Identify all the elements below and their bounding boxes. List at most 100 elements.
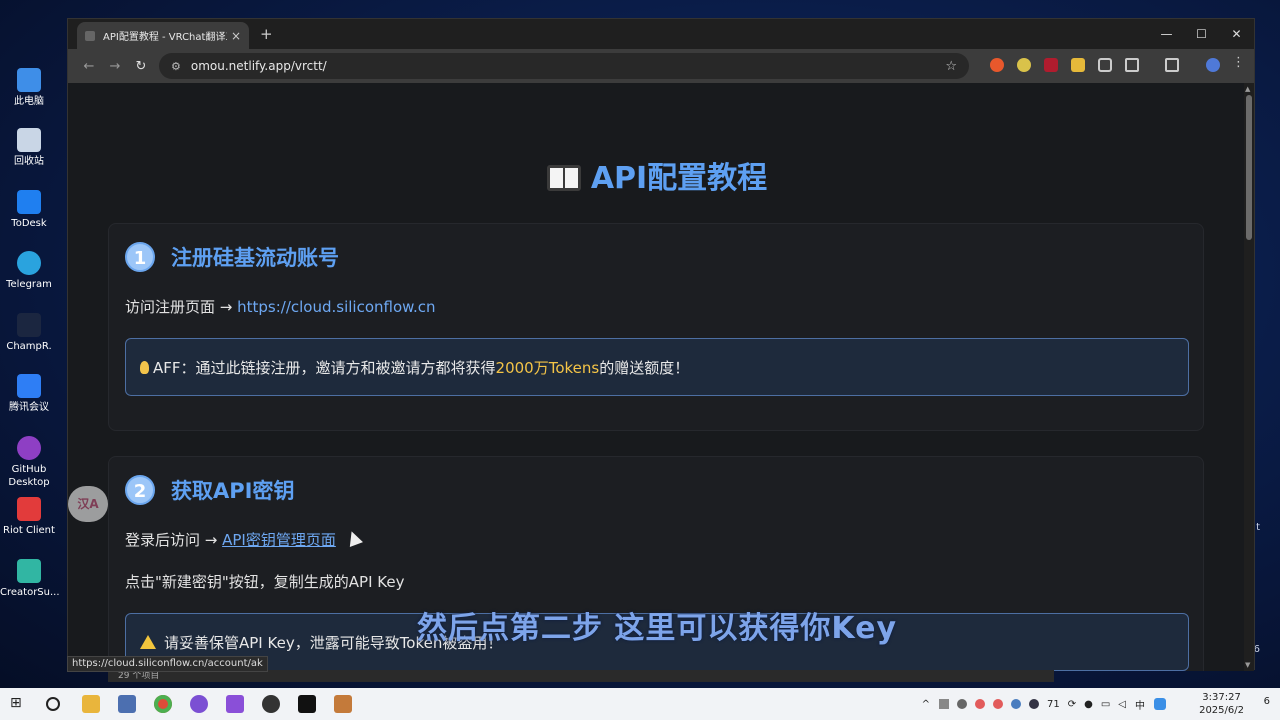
step-card-1: 1 注册硅基流动账号 访问注册页面 → https://cloud.silico… [108, 223, 1204, 431]
desktop-icon-champr[interactable]: ChampR. [0, 313, 58, 353]
file-explorer-icon[interactable] [82, 695, 100, 713]
volume-icon[interactable]: ◁ [1118, 699, 1126, 710]
riot-client-icon [17, 497, 41, 521]
system-clock[interactable]: 3:37:27 2025/6/2 [1199, 691, 1244, 717]
microphone-icon[interactable]: ● [1084, 699, 1093, 710]
translate-float-button[interactable]: 汉A [68, 486, 108, 522]
chrome-icon[interactable] [154, 695, 172, 713]
video-subtitle: 然后点第二步 这里可以获得你Key [416, 611, 898, 646]
monitor-icon [17, 68, 41, 92]
extension-icon[interactable] [1017, 58, 1031, 72]
step-title: 注册硅基流动账号 [171, 246, 339, 270]
browser-window: API配置教程 - VRChat翻译工具 × + — ☐ ✕ ← → ↻ ⚙ o… [67, 18, 1255, 671]
forward-button[interactable]: → [102, 59, 128, 74]
browser-toolbar: ← → ↻ ⚙ omou.netlify.app/vrctt/ ☆ ⋮ [68, 49, 1254, 83]
back-button[interactable]: ← [76, 59, 102, 74]
discord-icon[interactable] [956, 699, 967, 709]
maximize-button[interactable]: ☐ [1184, 19, 1219, 49]
aff-note: AFF：通过此链接注册，邀请方和被邀请方都将获得 2000万Tokens 的赠送额度… [125, 338, 1189, 396]
tab-close-icon[interactable]: × [231, 29, 241, 43]
step-header: 2 获取API密钥 [125, 475, 294, 505]
desktop-icon-creatorsuite[interactable]: CreatorSu... [0, 559, 60, 599]
side-panel-icon[interactable] [1165, 58, 1179, 72]
recycle-bin-icon [17, 128, 41, 152]
url-text[interactable]: omou.netlify.app/vrctt/ [191, 59, 945, 73]
notification-count[interactable]: 6 [1264, 696, 1270, 707]
browser-tab[interactable]: API配置教程 - VRChat翻译工具 × [77, 22, 249, 49]
tray-app-icon[interactable] [938, 699, 949, 709]
extension-icon[interactable] [990, 58, 1004, 72]
menu-kebab-icon[interactable]: ⋮ [1232, 55, 1246, 70]
app-icon[interactable] [334, 695, 352, 713]
close-button[interactable]: ✕ [1219, 19, 1254, 49]
desktop-icon-telegram[interactable]: Telegram [0, 251, 58, 291]
visual-studio-icon[interactable] [226, 695, 244, 713]
api-key-page-link[interactable]: API密钥管理页面 [222, 531, 336, 549]
tray-app-icon[interactable] [1154, 698, 1166, 710]
desktop-icon-todesk[interactable]: ToDesk [0, 190, 58, 230]
new-tab-button[interactable]: + [260, 25, 273, 43]
scroll-up-icon[interactable]: ▲ [1245, 85, 1250, 93]
scrollbar-thumb[interactable] [1246, 95, 1252, 240]
tray-number: 71 [1046, 698, 1060, 710]
tencent-meeting-icon [17, 374, 41, 398]
network-icon[interactable]: ▭ [1101, 699, 1110, 710]
page-scrollbar[interactable]: ▲ ▼ [1244, 83, 1254, 671]
instruction-line: 点击"新建密钥"按钮，复制生成的API Key [125, 573, 405, 591]
sync-icon[interactable]: ⟳ [1068, 699, 1076, 710]
register-line: 访问注册页面 → https://cloud.siliconflow.cn [125, 298, 436, 316]
clock-date: 2025/6/2 [1199, 705, 1244, 716]
desktop-icon-tencent-meeting[interactable]: 腾讯会议 [0, 374, 58, 414]
minimize-button[interactable]: — [1149, 19, 1184, 49]
vrchat-icon[interactable] [298, 695, 316, 713]
page-title: API配置教程 [68, 153, 1246, 197]
profile-avatar[interactable] [1206, 58, 1220, 72]
chevron-up-icon[interactable]: ^ [922, 699, 930, 710]
book-icon [546, 165, 581, 191]
lightbulb-icon [140, 360, 149, 374]
desktop-icon-this-pc[interactable]: 此电脑 [0, 68, 58, 108]
github-desktop-icon [17, 436, 41, 460]
extension-icon[interactable] [1098, 58, 1112, 72]
site-info-icon[interactable]: ⚙ [171, 60, 181, 73]
creatorsuite-icon [17, 559, 41, 583]
desktop-icon-riot-client[interactable]: Riot Client [0, 497, 58, 537]
scroll-down-icon[interactable]: ▼ [1245, 661, 1250, 669]
steam-icon[interactable] [1028, 699, 1039, 709]
tray-app-icon[interactable] [1010, 699, 1021, 709]
tray-app-icon[interactable] [974, 699, 985, 709]
tray-app-icon[interactable] [992, 699, 1003, 709]
step-number-badge: 1 [125, 242, 155, 272]
desktop-icon-github-desktop[interactable]: GitHub Desktop [0, 436, 58, 489]
system-tray: ^ 71 ⟳ ● ▭ ◁ 中 [917, 688, 1170, 720]
favicon-icon [85, 30, 95, 41]
step-number-badge: 2 [125, 475, 155, 505]
todesk-icon [17, 190, 41, 214]
reload-button[interactable]: ↻ [128, 59, 154, 74]
telegram-icon [17, 251, 41, 275]
desktop-fragment: t [1256, 522, 1260, 533]
ime-indicator[interactable]: 中 [1135, 697, 1145, 712]
page-content: API配置教程 1 注册硅基流动账号 访问注册页面 → https://clou… [68, 83, 1246, 671]
tab-title: API配置教程 - VRChat翻译工具 [103, 32, 227, 43]
window-controls: — ☐ ✕ [1149, 19, 1254, 49]
clock-time: 3:37:27 [1202, 692, 1241, 703]
token-highlight: 2000万Tokens [495, 358, 600, 377]
ublock-icon[interactable] [1044, 58, 1058, 72]
desktop-icon-recycle-bin[interactable]: 回收站 [0, 128, 58, 168]
bookmark-star-icon[interactable]: ☆ [945, 59, 957, 74]
champr-icon [17, 313, 41, 337]
login-line: 登录后访问 → API密钥管理页面 [125, 531, 336, 549]
tab-bar: API配置教程 - VRChat翻译工具 × + — ☐ ✕ [68, 19, 1254, 49]
register-link[interactable]: https://cloud.siliconflow.cn [237, 298, 435, 316]
link-status-bar: https://cloud.siliconflow.cn/account/ak [67, 656, 268, 672]
extensions-puzzle-icon[interactable] [1125, 58, 1139, 72]
address-bar[interactable]: ⚙ omou.netlify.app/vrctt/ ☆ [159, 53, 969, 79]
app-icon[interactable] [118, 695, 136, 713]
windows-start-icon[interactable]: ⊞ [10, 695, 28, 713]
search-icon[interactable] [46, 697, 60, 711]
app-icon[interactable] [262, 695, 280, 713]
step-title: 获取API密钥 [171, 479, 295, 503]
extension-icon[interactable] [1071, 58, 1085, 72]
app-icon[interactable] [190, 695, 208, 713]
